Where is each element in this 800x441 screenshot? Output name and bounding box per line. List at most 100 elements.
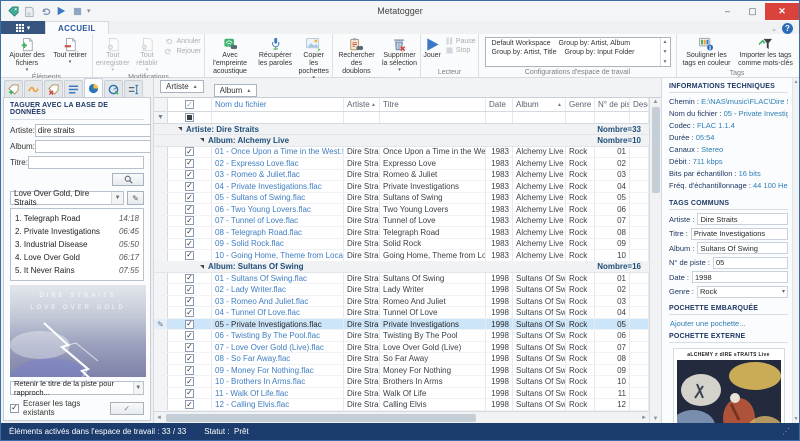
group-expander-icon[interactable] bbox=[178, 127, 182, 131]
table-row[interactable]: ✓11 - Walk Of Life.flacDire StraitsWalk … bbox=[154, 388, 649, 400]
filter-genre[interactable] bbox=[566, 112, 595, 123]
table-row[interactable]: ✓05 - Sultans of Swing.flacDire StraitsS… bbox=[154, 193, 649, 205]
help-icon[interactable]: ? bbox=[782, 23, 793, 34]
workspace-item[interactable]: Default Workspace bbox=[488, 39, 555, 48]
row-checkbox[interactable]: ✓ bbox=[185, 239, 194, 248]
hscroll-thumb[interactable] bbox=[166, 414, 476, 422]
tab-tag-remove[interactable] bbox=[44, 80, 63, 97]
table-row[interactable]: ✓07 - Love Over Gold (Live).flacDire Str… bbox=[154, 342, 649, 354]
row-checkbox[interactable]: ✓ bbox=[185, 170, 194, 179]
track-list-item[interactable]: 1. Telegraph Road14:18 bbox=[15, 212, 139, 225]
tab-web-sources[interactable] bbox=[104, 80, 123, 97]
stop-icon[interactable] bbox=[71, 5, 83, 17]
scroll-down-icon[interactable]: ▼ bbox=[653, 416, 659, 422]
row-checkbox[interactable]: ✓ bbox=[185, 400, 194, 409]
tag-input[interactable]: Rock▾ bbox=[697, 286, 788, 298]
table-row[interactable]: ✓06 - Two Young Lovers.flacDire StraitsT… bbox=[154, 204, 649, 216]
row-checkbox[interactable]: ✓ bbox=[185, 182, 194, 191]
header-filename[interactable]: Nom du fichier bbox=[212, 98, 344, 111]
group-row-album[interactable]: Album: Alchemy LiveNombre=10 bbox=[154, 135, 649, 146]
gallery-expand-icon[interactable]: ▼ bbox=[663, 59, 668, 65]
close-button[interactable]: ✕ bbox=[765, 3, 799, 20]
header-track[interactable]: N° de piste bbox=[595, 98, 630, 111]
stop-button[interactable]: Stop bbox=[444, 47, 478, 54]
header-titre[interactable]: Titre bbox=[380, 98, 486, 111]
row-checkbox[interactable]: ✓ bbox=[185, 343, 194, 352]
fetch-lyrics-button[interactable]: Récupérer les paroles bbox=[255, 35, 295, 69]
vscroll-thumb[interactable] bbox=[652, 107, 660, 193]
tab-rename[interactable] bbox=[124, 80, 143, 97]
header-desc[interactable]: Desc bbox=[630, 98, 649, 111]
scroll-left-icon[interactable]: ◄ bbox=[156, 415, 162, 421]
redo-button[interactable]: Rejouer bbox=[162, 47, 203, 55]
scroll-up-icon[interactable]: ▲ bbox=[663, 39, 668, 45]
play-icon[interactable] bbox=[55, 5, 67, 17]
import-tags-keywords-button[interactable]: Importer les tags comme mots-clés bbox=[736, 35, 796, 69]
group-chip-artiste[interactable]: Artiste▲ bbox=[160, 80, 204, 93]
row-checkbox[interactable]: ✓ bbox=[185, 228, 194, 237]
artist-field[interactable] bbox=[35, 124, 151, 137]
table-row[interactable]: ✓02 - Lady Writer.flacDire StraitsLady W… bbox=[154, 284, 649, 296]
title-field[interactable] bbox=[28, 156, 144, 169]
row-checkbox[interactable]: ✓ bbox=[185, 274, 194, 283]
save-icon[interactable] bbox=[23, 5, 35, 17]
acoustic-fingerprint-button[interactable]: Avec l'empreinte acoustique bbox=[206, 35, 254, 77]
table-row[interactable]: ✓01 - Sultans Of Swing.flacDire StraitsS… bbox=[154, 273, 649, 285]
row-checkbox[interactable]: ✓ bbox=[185, 205, 194, 214]
filter-artiste[interactable] bbox=[344, 112, 380, 123]
workspace-item[interactable]: Group by: Artist, Title bbox=[488, 48, 561, 57]
filter-desc[interactable] bbox=[630, 112, 649, 123]
add-files-button[interactable]: Ajouter des fichiers ▾ bbox=[4, 35, 50, 73]
row-checkbox[interactable]: ✓ bbox=[185, 377, 194, 386]
table-row[interactable]: ✓02 - Expresso Love.flacDire StraitsExpr… bbox=[154, 158, 649, 170]
tag-icon[interactable] bbox=[7, 5, 19, 17]
tab-accueil[interactable]: ACCUEIL bbox=[45, 21, 109, 34]
group-expander-icon[interactable] bbox=[200, 265, 204, 269]
filter-date[interactable] bbox=[486, 112, 513, 123]
highlight-tags-button[interactable]: Souligner les tags en couleur bbox=[679, 35, 735, 69]
scroll-up-icon[interactable]: ▲ bbox=[653, 99, 659, 105]
row-checkbox[interactable]: ✓ bbox=[185, 297, 194, 306]
find-duplicates-button[interactable]: Rechercher des doublons bbox=[334, 35, 379, 77]
tab-organize[interactable] bbox=[64, 80, 83, 97]
table-row[interactable]: ✓08 - So Far Away.flacDire StraitsSo Far… bbox=[154, 353, 649, 365]
app-menu-button[interactable]: ▾ bbox=[1, 21, 45, 34]
header-album[interactable]: Album▲ bbox=[513, 98, 566, 111]
table-row[interactable]: ✓04 - Tunnel Of Love.flacDire StraitsTun… bbox=[154, 307, 649, 319]
row-checkbox[interactable]: ✓ bbox=[185, 308, 194, 317]
table-row[interactable]: ✓09 - Solid Rock.flacDire StraitsSolid R… bbox=[154, 239, 649, 251]
qat-dropdown-icon[interactable]: ▾ bbox=[87, 7, 91, 15]
remove-all-button[interactable]: Tout retirer ▾ bbox=[51, 35, 89, 65]
release-select[interactable]: Love Over Gold, Dire Straits ▼ bbox=[10, 191, 124, 205]
undo-button[interactable]: Annuler bbox=[162, 37, 203, 45]
table-row[interactable]: ✓04 - Private Investigations.flacDire St… bbox=[154, 181, 649, 193]
track-list-item[interactable]: 5. It Never Rains07:55 bbox=[15, 264, 139, 277]
maximize-button[interactable]: ▢ bbox=[740, 3, 765, 20]
tab-fingerprint[interactable] bbox=[24, 80, 43, 97]
delete-selection-button[interactable]: Supprimer la sélection ▾ bbox=[380, 35, 419, 73]
table-row[interactable]: ✓03 - Romeo And Juliet.flacDire StraitsR… bbox=[154, 296, 649, 308]
resize-grip[interactable]: ⋰ bbox=[782, 427, 791, 436]
horizontal-scrollbar[interactable]: ◄ ► bbox=[154, 411, 649, 423]
header-genre[interactable]: Genre bbox=[566, 98, 595, 111]
album-field[interactable] bbox=[35, 140, 151, 153]
scroll-down-icon[interactable]: ▼ bbox=[663, 49, 668, 55]
tag-input[interactable]: 05 bbox=[713, 257, 788, 269]
save-all-button[interactable]: Tout enregistrer ▾ bbox=[94, 35, 131, 73]
table-row[interactable]: ✓06 - Twisting By The Pool.flacDire Stra… bbox=[154, 330, 649, 342]
revert-all-button[interactable]: Tout rétablir ▾ bbox=[132, 35, 161, 73]
scroll-up-icon[interactable]: ▲ bbox=[794, 79, 799, 85]
right-panel-scrollbar[interactable]: ▲ ▼ bbox=[792, 78, 799, 423]
track-list-item[interactable]: 2. Private Investigations06:45 bbox=[15, 225, 139, 238]
undo-icon[interactable] bbox=[39, 5, 51, 17]
row-checkbox[interactable]: ✓ bbox=[185, 147, 194, 156]
tab-tag-add[interactable] bbox=[4, 80, 23, 97]
table-row[interactable]: ✎✓05 - Private Investigations.flacDire S… bbox=[154, 319, 649, 331]
vertical-scrollbar[interactable]: ▲ ▼ bbox=[649, 98, 661, 423]
add-cover-link[interactable]: Ajouter une pochette... bbox=[670, 319, 788, 328]
track-list-item[interactable]: 4. Love Over Gold06:17 bbox=[15, 251, 139, 264]
filter-album[interactable] bbox=[513, 112, 566, 123]
table-row[interactable]: ✓10 - Brothers In Arms.flacDire StraitsB… bbox=[154, 376, 649, 388]
play-button[interactable]: Jouer bbox=[421, 35, 443, 61]
row-checkbox[interactable]: ✓ bbox=[185, 389, 194, 398]
